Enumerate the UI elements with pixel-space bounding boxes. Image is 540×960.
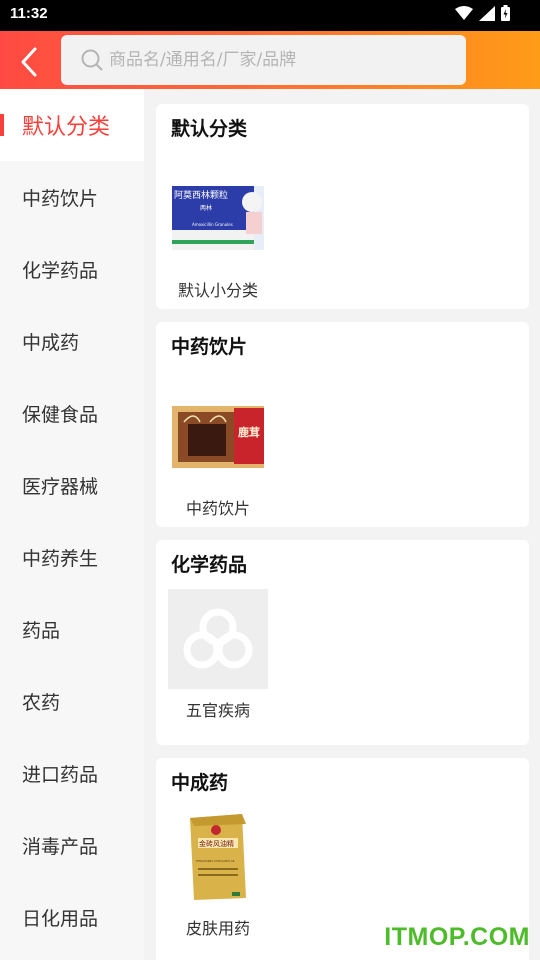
placeholder-image-icon xyxy=(168,589,268,689)
sidebar-item-label: 药品 xyxy=(22,619,61,642)
sidebar-item-disinfectants[interactable]: 消毒产品 xyxy=(0,809,144,881)
sidebar-item-tcm-wellness[interactable]: 中药养生 xyxy=(0,521,144,593)
battery-icon xyxy=(501,5,510,21)
wifi-icon xyxy=(455,6,473,20)
section-title: 化学药品 xyxy=(171,554,248,576)
category-content: 默认分类 阿莫西林颗粒 两林 Amoxicillin Granules 默认小分… xyxy=(144,89,540,960)
product-box-text: 金砖风油精 xyxy=(199,839,234,848)
sidebar-item-label: 中药饮片 xyxy=(22,187,99,210)
sidebar-item-drugs[interactable]: 药品 xyxy=(0,593,144,665)
product-name: 五官疾病 xyxy=(185,701,250,720)
product-box-text: 阿莫西林颗粒 xyxy=(174,189,228,201)
product-item[interactable]: 阿莫西林颗粒 两林 Amoxicillin Granules 默认小分类 xyxy=(168,169,268,301)
sidebar-item-label: 保健食品 xyxy=(22,403,99,426)
search-icon xyxy=(81,49,103,71)
product-item[interactable]: 五官疾病 xyxy=(168,589,268,721)
product-image: 鹿茸 xyxy=(168,387,268,487)
sidebar-item-health-food[interactable]: 保健食品 xyxy=(0,377,144,449)
section-title: 默认分类 xyxy=(171,118,248,140)
product-image: 金砖风油精 FENGYOUJING STIMULANTS OIL xyxy=(168,807,268,907)
status-icons xyxy=(455,5,510,21)
sidebar-item-label: 化学药品 xyxy=(22,259,99,282)
category-sidebar: 默认分类 中药饮片 化学药品 中成药 保健食品 医疗器械 中药养生 药品 农药 … xyxy=(0,89,144,960)
sidebar-item-label: 农药 xyxy=(22,691,61,714)
product-name: 默认小分类 xyxy=(177,281,258,300)
search-bar[interactable] xyxy=(61,35,466,85)
category-section: 中药饮片 鹿茸 中药饮片 xyxy=(156,322,529,527)
product-item[interactable]: 鹿茸 中药饮片 xyxy=(168,387,268,519)
sidebar-item-label: 医疗器械 xyxy=(22,475,99,498)
sidebar-item-medical-devices[interactable]: 医疗器械 xyxy=(0,449,144,521)
sidebar-item-label: 中成药 xyxy=(22,331,80,354)
chevron-left-icon xyxy=(21,47,37,77)
sidebar-item-label: 中药养生 xyxy=(22,547,99,570)
sidebar-item-label: 默认分类 xyxy=(22,115,111,140)
status-time: 11:32 xyxy=(10,5,48,22)
product-image: 阿莫西林颗粒 两林 Amoxicillin Granules xyxy=(168,169,268,269)
product-name: 皮肤用药 xyxy=(185,919,250,938)
sidebar-item-pesticides[interactable]: 农药 xyxy=(0,665,144,737)
product-name: 中药饮片 xyxy=(185,499,250,518)
product-box-subtext: FENGYOUJING STIMULANTS OIL xyxy=(196,859,235,863)
sidebar-item-herbal-pieces[interactable]: 中药饮片 xyxy=(0,161,144,233)
product-box-text: 鹿茸 xyxy=(238,425,260,439)
product-brand: 两林 xyxy=(200,204,212,212)
sidebar-item-label: 进口药品 xyxy=(22,763,99,786)
sidebar-item-patent-medicine[interactable]: 中成药 xyxy=(0,305,144,377)
header-bar xyxy=(0,31,540,89)
sidebar-item-daily-chemicals[interactable]: 日化用品 xyxy=(0,881,144,953)
product-item[interactable]: 金砖风油精 FENGYOUJING STIMULANTS OIL 皮肤用药 xyxy=(168,807,268,939)
sidebar-item-imported-drugs[interactable]: 进口药品 xyxy=(0,737,144,809)
category-section: 默认分类 阿莫西林颗粒 两林 Amoxicillin Granules 默认小分… xyxy=(156,104,529,309)
section-title: 中成药 xyxy=(171,772,229,794)
sidebar-item-chemical-drugs[interactable]: 化学药品 xyxy=(0,233,144,305)
category-section: 化学药品 五官疾病 xyxy=(156,540,529,745)
status-bar: 11:32 xyxy=(0,0,540,31)
sidebar-item-default[interactable]: 默认分类 xyxy=(0,89,144,161)
section-title: 中药饮片 xyxy=(171,336,248,358)
sidebar-item-label: 消毒产品 xyxy=(22,835,99,858)
product-box-subtext: Amoxicillin Granules xyxy=(192,222,233,227)
watermark: ITMOP.COM xyxy=(384,923,530,951)
sidebar-item-label: 日化用品 xyxy=(22,907,99,930)
signal-icon xyxy=(479,5,495,21)
back-button[interactable] xyxy=(12,45,46,79)
search-input[interactable] xyxy=(109,50,439,70)
